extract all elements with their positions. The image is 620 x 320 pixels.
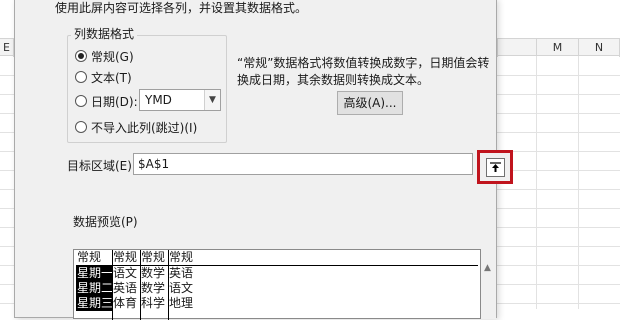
preview-header-cell[interactable]: 常规	[168, 250, 198, 265]
preview-column-separator	[168, 250, 169, 320]
destination-label: 目标区域(E):	[67, 159, 136, 173]
destination-input[interactable]: $A$1	[133, 153, 473, 175]
preview-column-separator	[140, 250, 141, 320]
preview-row: 星期一 语文 数学 英语	[76, 266, 198, 281]
radio-skip-indicator[interactable]	[75, 121, 87, 133]
preview-cell[interactable]: 英语	[168, 266, 198, 281]
preview-header-row: 常规 常规 常规 常规	[76, 250, 198, 265]
radio-text-label: 文本(T)	[91, 70, 132, 85]
preview-cell[interactable]: 星期二	[76, 281, 112, 296]
date-format-value: YMD	[145, 93, 172, 107]
radio-date[interactable]: 日期(D):	[75, 92, 138, 110]
radio-date-label: 日期(D):	[91, 94, 138, 109]
preview-header-cell[interactable]: 常规	[76, 250, 112, 265]
radio-general-indicator[interactable]	[75, 50, 87, 62]
preview-cell[interactable]: 语文	[168, 281, 198, 296]
date-format-select[interactable]: YMD ▼	[139, 89, 221, 111]
column-header-e[interactable]: E	[0, 39, 14, 57]
radio-general-label: 常规(G)	[91, 49, 134, 64]
format-description: “常规”数据格式将数值转换成数字，日期值会转换成日期，其余数据则转换成文本。	[237, 56, 490, 87]
preview-cell[interactable]: 语文	[112, 266, 140, 281]
preview-cell[interactable]: 数学	[140, 281, 168, 296]
radio-general[interactable]: 常规(G)	[75, 47, 134, 65]
radio-skip-label: 不导入此列(跳过)(I)	[91, 120, 198, 135]
preview-cell[interactable]: 星期一	[76, 266, 112, 281]
scroll-up-icon[interactable]: ▲	[484, 263, 491, 273]
preview-header-cell[interactable]: 常规	[112, 250, 140, 265]
preview-cell[interactable]: 英语	[112, 281, 140, 296]
radio-text-indicator[interactable]	[75, 71, 87, 83]
column-format-legend: 列数据格式	[71, 25, 138, 42]
column-header-m[interactable]: M	[537, 39, 579, 57]
radio-date-indicator[interactable]	[75, 95, 87, 107]
preview-column-separator	[112, 250, 113, 320]
preview-row: 星期二 英语 数学 语文	[76, 281, 198, 296]
column-header-n[interactable]: N	[579, 39, 620, 57]
column-spacer	[497, 39, 537, 57]
radio-text[interactable]: 文本(T)	[75, 68, 132, 86]
advanced-button[interactable]: 高级(A)...	[337, 91, 403, 115]
preview-cell[interactable]: 数学	[140, 266, 168, 281]
collapse-dialog-icon[interactable]	[486, 158, 505, 177]
collapse-dialog-button[interactable]	[477, 150, 513, 184]
preview-header-cell[interactable]: 常规	[140, 250, 168, 265]
preview-label: 数据预览(P)	[73, 215, 138, 229]
intro-text: 使用此屏内容可选择各列，并设置其数据格式。	[55, 1, 308, 15]
chevron-down-icon[interactable]: ▼	[204, 90, 220, 110]
radio-skip[interactable]: 不导入此列(跳过)(I)	[75, 118, 197, 136]
text-import-wizard-dialog: 使用此屏内容可选择各列，并设置其数据格式。 列数据格式 常规(G) 文本(T) …	[14, 0, 513, 320]
